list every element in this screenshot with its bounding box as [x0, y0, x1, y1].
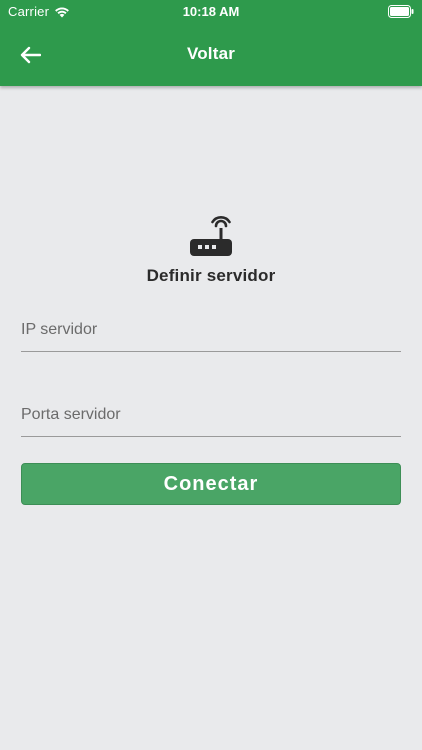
header-title: Voltar — [186, 44, 236, 63]
ip-server-input[interactable] — [21, 308, 401, 351]
ip-field-container — [21, 308, 401, 352]
top-bar: Carrier 10:18 AM Voltar — [0, 0, 422, 86]
battery-icon — [388, 5, 414, 18]
router-icon — [190, 215, 232, 256]
port-server-input[interactable] — [21, 393, 401, 436]
port-field-container — [21, 393, 401, 437]
status-time: 10:18 AM — [182, 4, 240, 19]
nav-header: Voltar — [0, 24, 422, 86]
connect-button[interactable]: Conectar — [21, 463, 401, 505]
section-title: Definir servidor — [146, 266, 276, 285]
status-bar: Carrier 10:18 AM — [0, 0, 422, 24]
app-screen: Carrier 10:18 AM Voltar Definir servidor… — [0, 0, 422, 750]
